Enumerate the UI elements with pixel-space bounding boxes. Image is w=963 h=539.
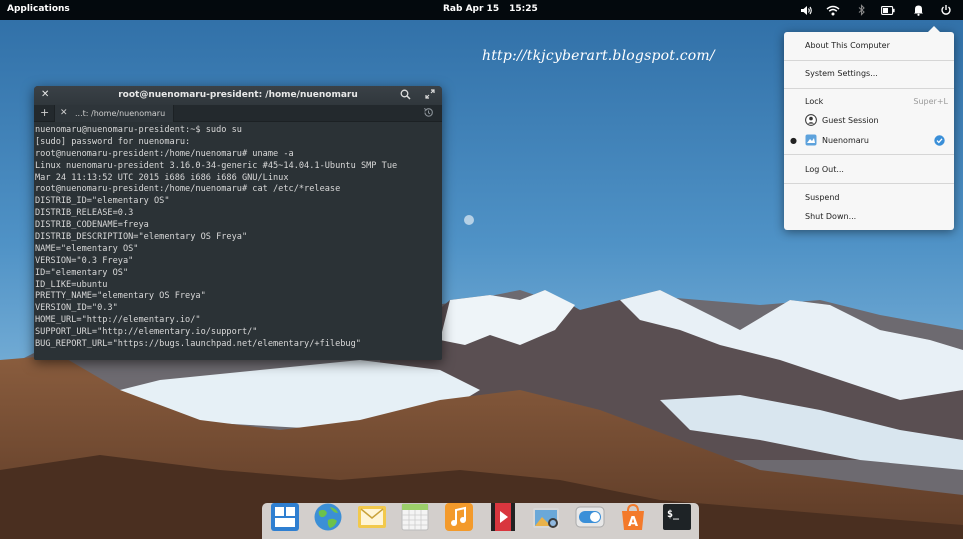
- menu-separator: [784, 60, 954, 61]
- menu-label: Lock: [805, 97, 824, 106]
- videos-icon[interactable]: [488, 502, 518, 532]
- calendar-icon[interactable]: [400, 502, 430, 532]
- terminal-line: VERSION="0.3 Freya": [35, 255, 134, 266]
- terminal-tab-bar: + ✕ ...t: /home/nuenomaru: [34, 105, 442, 122]
- add-tab-icon[interactable]: +: [40, 106, 49, 119]
- active-user-dot-icon: ●: [790, 136, 797, 145]
- search-icon[interactable]: [400, 89, 411, 103]
- wifi-icon[interactable]: [825, 3, 841, 17]
- checkmark-icon: [934, 135, 945, 148]
- date-time-indicator[interactable]: Rab Apr 15 15:25: [443, 4, 538, 14]
- tab-close-icon[interactable]: ✕: [60, 108, 68, 118]
- log-out-item[interactable]: Log Out...: [784, 161, 954, 179]
- svg-text:$_: $_: [667, 509, 680, 520]
- lock-shortcut: Super+L: [913, 97, 948, 106]
- music-icon[interactable]: [444, 502, 474, 532]
- menu-label: About This Computer: [805, 41, 890, 50]
- photos-icon[interactable]: [531, 502, 561, 532]
- session-menu: About This Computer System Settings... L…: [784, 26, 954, 230]
- suspend-item[interactable]: Suspend: [784, 189, 954, 207]
- maximize-icon[interactable]: [425, 89, 435, 102]
- user-picture-icon: [805, 134, 817, 148]
- menu-separator: [784, 183, 954, 184]
- terminal-line: DISTRIB_ID="elementary OS": [35, 196, 170, 207]
- terminal-line: Mar 24 11:13:52 UTC 2015 i686 i686 i686 …: [35, 172, 289, 183]
- date-label: Rab Apr 15: [443, 4, 500, 14]
- system-settings-item[interactable]: System Settings...: [784, 65, 954, 83]
- history-icon[interactable]: [423, 107, 434, 120]
- tab-label: ...t: /home/nuenomaru: [75, 109, 166, 118]
- menu-separator: [784, 154, 954, 155]
- terminal-tab[interactable]: ✕ ...t: /home/nuenomaru: [54, 105, 174, 122]
- terminal-line: VERSION_ID="0.3": [35, 303, 118, 314]
- moon: [464, 215, 474, 225]
- lock-item[interactable]: Lock Super+L: [784, 93, 954, 111]
- terminal-icon[interactable]: $_: [662, 502, 692, 532]
- window-title: root@nuenomaru-president: /home/nuenomar…: [118, 90, 358, 100]
- app-center-icon[interactable]: A: [618, 502, 648, 532]
- time-label: 15:25: [509, 4, 538, 14]
- system-settings-icon[interactable]: [575, 502, 605, 532]
- terminal-line: DISTRIB_CODENAME=freya: [35, 220, 149, 231]
- terminal-line: BUG_REPORT_URL="https://bugs.launchpad.n…: [35, 339, 361, 350]
- terminal-line: DISTRIB_RELEASE=0.3: [35, 208, 134, 219]
- user-avatar-icon: [805, 114, 817, 128]
- menu-label: System Settings...: [805, 69, 878, 78]
- terminal-line: SUPPORT_URL="http://elementary.io/suppor…: [35, 327, 258, 338]
- top-panel: Applications Rab Apr 15 15:25: [0, 0, 963, 20]
- menu-label: Suspend: [805, 193, 840, 202]
- guest-session-item[interactable]: Guest Session: [784, 112, 954, 130]
- terminal-line: Linux nuenomaru-president 3.16.0-34-gene…: [35, 160, 398, 171]
- terminal-line: nuenomaru@nuenomaru-president:~$ sudo su: [35, 125, 242, 135]
- terminal-titlebar[interactable]: ✕ root@nuenomaru-president: /home/nuenom…: [34, 86, 442, 105]
- power-icon[interactable]: [938, 3, 954, 17]
- svg-text:A: A: [628, 515, 638, 530]
- terminal-line: [sudo] password for nuenomaru:: [35, 136, 191, 147]
- about-computer-item[interactable]: About This Computer: [784, 37, 954, 55]
- blog-url-watermark: http://tkjcyberart.blogspot.com/: [482, 48, 715, 64]
- menu-label: Nuenomaru: [822, 136, 869, 145]
- terminal-window[interactable]: ✕ root@nuenomaru-president: /home/nuenom…: [34, 86, 442, 360]
- menu-separator: [784, 88, 954, 89]
- bluetooth-icon[interactable]: [854, 3, 870, 17]
- terminal-line: root@nuenomaru-president:/home/nuenomaru…: [35, 148, 294, 159]
- terminal-line: HOME_URL="http://elementary.io/": [35, 315, 201, 326]
- terminal-line: PRETTY_NAME="elementary OS Freya": [35, 291, 206, 302]
- applications-menu-button[interactable]: Applications: [7, 4, 70, 14]
- web-browser-icon[interactable]: [313, 502, 343, 532]
- menu-label: Shut Down...: [805, 212, 857, 221]
- user-nuenomaru-item[interactable]: ● Nuenomaru: [784, 132, 954, 150]
- terminal-line: ID_LIKE=ubuntu: [35, 279, 108, 290]
- volume-icon[interactable]: [798, 3, 814, 17]
- shut-down-item[interactable]: Shut Down...: [784, 208, 954, 226]
- multitasking-view-icon[interactable]: [270, 502, 300, 532]
- mail-icon[interactable]: [357, 502, 387, 532]
- terminal-line: DISTRIB_DESCRIPTION="elementary OS Freya…: [35, 232, 248, 243]
- terminal-output[interactable]: nuenomaru@nuenomaru-president:~$ sudo su…: [34, 122, 442, 351]
- menu-label: Guest Session: [822, 116, 879, 125]
- notification-bell-icon[interactable]: [910, 3, 926, 17]
- battery-icon[interactable]: [880, 3, 896, 17]
- terminal-line: ID="elementary OS": [35, 267, 129, 278]
- menu-label: Log Out...: [805, 165, 844, 174]
- terminal-line: root@nuenomaru-president:/home/nuenomaru…: [35, 184, 341, 195]
- terminal-line: NAME="elementary OS": [35, 243, 139, 254]
